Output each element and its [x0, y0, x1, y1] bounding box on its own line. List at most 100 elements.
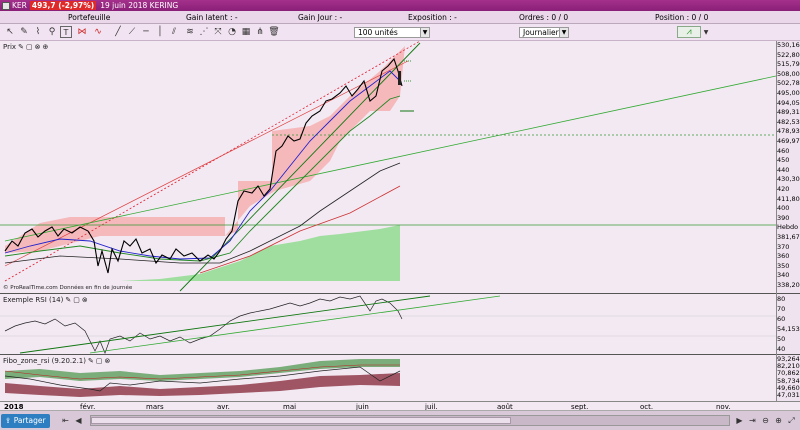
- pencil-icon[interactable]: ✎: [18, 26, 30, 38]
- axis-label: 420: [777, 185, 790, 193]
- axis-label: 70: [777, 305, 786, 313]
- axis-label: 508,00: [777, 69, 800, 78]
- brush-icon[interactable]: ⌇: [32, 26, 44, 38]
- axis-label: 495,00: [777, 89, 800, 97]
- zoom-icon[interactable]: ⚲: [46, 26, 58, 38]
- time-scrollbar[interactable]: [90, 415, 730, 426]
- close-icon[interactable]: ⊗: [82, 296, 88, 304]
- axis-label: 478,93: [777, 127, 800, 136]
- axis-label: 350: [777, 261, 790, 270]
- axis-label: 450: [777, 156, 790, 165]
- chevron-down-icon[interactable]: ▼: [420, 28, 429, 37]
- axis-label: 390: [777, 213, 790, 222]
- chevron-down-icon[interactable]: ▼: [702, 26, 710, 38]
- fibonacci-icon[interactable]: ≋: [184, 26, 196, 38]
- share-label: Partager: [13, 416, 46, 425]
- price-panel-header: Prix ✎ ▢ ⊗ ⊕: [3, 43, 48, 51]
- axis-label: 50: [777, 335, 786, 343]
- axis-label: 482,53: [777, 117, 800, 126]
- axis-label: Hebdo: [777, 223, 799, 232]
- axis-label: 460: [777, 146, 790, 155]
- period-value: Journalier: [523, 28, 559, 37]
- axis-label: 440: [777, 165, 790, 174]
- price-panel-title[interactable]: Prix: [3, 43, 16, 51]
- chart-area[interactable]: Prix ✎ ▢ ⊗ ⊕ © ProRealTime.com Données e…: [0, 40, 800, 401]
- wrench-icon[interactable]: ✎: [65, 296, 71, 304]
- period-select[interactable]: Journalier ▼: [519, 27, 569, 38]
- scroll-end-icon[interactable]: ⇥: [747, 415, 758, 426]
- zoom-out-icon[interactable]: ⊖: [760, 415, 771, 426]
- axis-label: 411,80: [777, 194, 800, 203]
- axis-label: 54,153: [777, 325, 800, 333]
- trendline-icon[interactable]: ╱: [112, 26, 124, 38]
- price-change-badge: 493,7 (-2,97%): [29, 1, 97, 10]
- grid-tool-icon[interactable]: ▦: [240, 26, 252, 38]
- data-source-note: © ProRealTime.com Données en fin de jour…: [3, 285, 133, 291]
- portfolio-label[interactable]: Portefeuille: [68, 13, 110, 22]
- orders-label[interactable]: Ordres : 0 / 0: [519, 13, 568, 22]
- ray-icon[interactable]: ⟋: [126, 26, 138, 38]
- chart-canvas[interactable]: [0, 40, 800, 401]
- scroll-left-icon[interactable]: ◀: [73, 415, 84, 426]
- axis-label: 502,78: [777, 79, 800, 88]
- close-icon[interactable]: ⊗: [105, 357, 111, 365]
- fibo-panel-title[interactable]: Fibo_zone_rsi (9.20.2.1): [3, 357, 86, 365]
- rsi-panel-title[interactable]: Exemple RSI (14): [3, 296, 63, 304]
- chevron-down-icon[interactable]: ▼: [559, 28, 568, 37]
- window-icon[interactable]: [2, 1, 10, 10]
- pencil-icon[interactable]: ✎: [18, 43, 24, 51]
- axis-label: 494,05: [777, 98, 800, 107]
- axis-label: 469,97: [777, 137, 800, 145]
- position-label[interactable]: Position : 0 / 0: [655, 13, 708, 22]
- scrollbar-thumb[interactable]: [91, 417, 511, 424]
- gain-jour-label: Gain Jour : -: [298, 13, 343, 22]
- rsi-panel-header: Exemple RSI (14) ✎ ▢ ⊗: [3, 296, 88, 304]
- share-icon: ⇪: [5, 416, 12, 425]
- drawing-toolbar: ↖ ✎ ⌇ ⚲ T ⋈ ∿ ╱ ⟋ ─ │ ⫽ ≋ ⋰ ⤧ ◔ ▦ ⋔ 🗑 10…: [0, 24, 800, 41]
- vertical-line-icon[interactable]: │: [154, 26, 166, 38]
- portfolio-summary-bar: Portefeuille Gain latent : - Gain Jour :…: [0, 11, 800, 24]
- channel-icon[interactable]: ⫽: [168, 26, 180, 38]
- cursor-icon[interactable]: ↖: [4, 26, 16, 38]
- fit-icon[interactable]: ⤢: [786, 415, 797, 426]
- square-icon[interactable]: ▢: [73, 296, 80, 304]
- cross-icon[interactable]: ⤧: [212, 26, 224, 38]
- axis-label: 381,67: [777, 233, 800, 241]
- axis-label: 530,16: [777, 41, 800, 49]
- magnet-icon[interactable]: ⋔: [254, 26, 266, 38]
- quantity-value: 100 unités: [358, 28, 398, 37]
- chart-type-icon[interactable]: ⩘: [677, 26, 701, 38]
- gain-latent-label: Gain latent : -: [186, 13, 238, 22]
- zoom-in-icon[interactable]: ⊕: [773, 415, 784, 426]
- wrench-icon[interactable]: ✎: [88, 357, 94, 365]
- pattern-tool-icon[interactable]: ⋈: [76, 26, 88, 38]
- quantity-select[interactable]: 100 unités ▼: [354, 27, 430, 38]
- exposition-label: Exposition : -: [408, 13, 457, 22]
- scroll-right-icon[interactable]: ▶: [734, 415, 745, 426]
- title-bar: KER 493,7 (-2,97%) 19 juin 2018 KERING: [0, 0, 800, 11]
- fibo-panel-header: Fibo_zone_rsi (9.20.2.1) ✎ ▢ ⊗: [3, 357, 110, 365]
- trash-icon[interactable]: 🗑: [268, 26, 280, 38]
- axis-label: 360: [777, 252, 790, 261]
- share-button[interactable]: ⇪ Partager: [1, 414, 50, 428]
- arc-icon[interactable]: ◔: [226, 26, 238, 38]
- text-tool-icon[interactable]: T: [60, 26, 72, 38]
- axis-label: 515,79: [777, 60, 800, 69]
- axis-label: 40: [777, 345, 786, 353]
- close-icon[interactable]: ⊗: [35, 43, 41, 51]
- bottom-bar: ⇪ Partager ⇤ ◀ ▶ ⇥ ⊖ ⊕ ⤢: [0, 410, 800, 430]
- axis-label: 400: [777, 204, 790, 213]
- axis-label: 80: [777, 295, 786, 303]
- plus-icon[interactable]: ⊕: [42, 43, 48, 51]
- square-icon[interactable]: ▢: [96, 357, 103, 365]
- wave-tool-icon[interactable]: ∿: [92, 26, 104, 38]
- axis-label: 60: [777, 315, 786, 323]
- fan-icon[interactable]: ⋰: [198, 26, 210, 38]
- scroll-start-icon[interactable]: ⇤: [60, 415, 71, 426]
- horizontal-line-icon[interactable]: ─: [140, 26, 152, 38]
- axis-label: 489,31: [777, 108, 800, 117]
- date-name-label: 19 juin 2018 KERING: [100, 1, 179, 10]
- symbol-label[interactable]: KER: [12, 1, 27, 10]
- axis-label: 430,30: [777, 175, 800, 184]
- square-icon[interactable]: ▢: [26, 43, 33, 51]
